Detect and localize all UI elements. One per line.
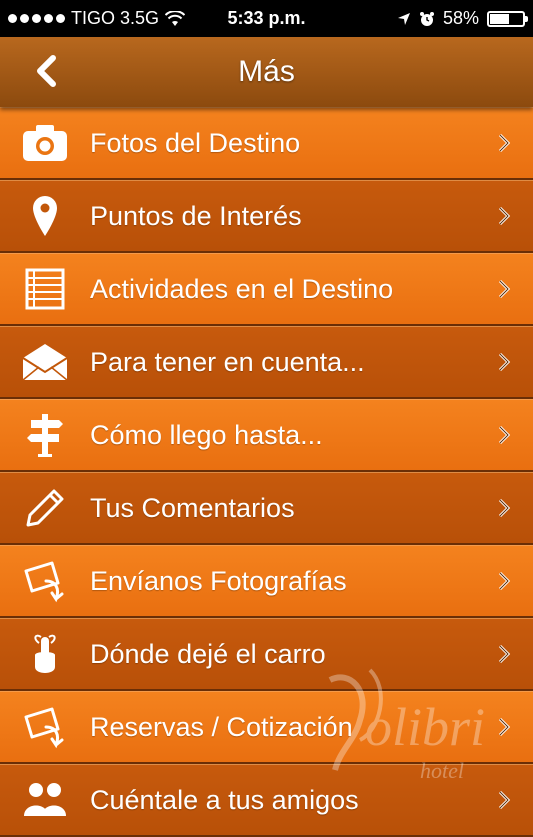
menu-item-label: Para tener en cuenta... [90,346,365,377]
menu-item-tus-comentarios[interactable]: Tus Comentarios [0,472,533,545]
chevron-right-icon [498,571,511,591]
navigation-bar: Más [0,37,533,107]
camera-icon [20,120,70,166]
chevron-right-icon [498,206,511,226]
menu-item-label: Dónde dejé el carro [90,638,326,669]
menu-item-label: Puntos de Interés [90,200,302,231]
menu-item-label: Fotos del Destino [90,127,301,158]
map-pin-icon [20,193,70,239]
chevron-right-icon [498,717,511,737]
finger-reminder-icon [20,631,70,677]
menu-item-envianos-fotografias[interactable]: Envíanos Fotografías [0,545,533,618]
signpost-icon [20,412,70,458]
status-bar: TIGO 3.5G 5:33 p.m. 58% [0,0,533,37]
send-photo-icon [20,558,70,604]
send-photo-icon [20,704,70,750]
chevron-right-icon [498,790,511,810]
envelope-icon [20,339,70,385]
menu-item-label: Tus Comentarios [90,492,295,523]
menu-item-label: Cómo llego hasta... [90,419,323,450]
pencil-icon [20,485,70,531]
status-time: 5:33 p.m. [227,8,306,28]
menu-item-puntos-de-interes[interactable]: Puntos de Interés [0,180,533,253]
chevron-right-icon [498,498,511,518]
chevron-right-icon [498,644,511,664]
menu-item-actividades-en-el-destino[interactable]: Actividades en el Destino [0,253,533,326]
alarm-icon [419,11,434,26]
people-icon [20,777,70,823]
menu-item-label: Reservas / Cotización [90,711,353,742]
page-title: Más [238,55,295,88]
chevron-right-icon [498,279,511,299]
chevron-left-icon [37,55,56,87]
menu-item-reservas-cotizacion[interactable]: Reservas / Cotización [0,691,533,764]
menu-item-label: Envíanos Fotografías [90,565,347,596]
menu-item-como-llego-hasta[interactable]: Cómo llego hasta... [0,399,533,472]
back-button[interactable] [26,49,66,93]
chevron-right-icon [498,352,511,372]
carrier-label: TIGO 3.5G [71,8,160,28]
list-icon [20,266,70,312]
menu-item-label: Cuéntale a tus amigos [90,784,359,815]
wifi-icon [165,10,186,26]
menu-item-fotos-del-destino[interactable]: Fotos del Destino [0,107,533,180]
signal-strength-icon [8,14,65,23]
battery-icon [487,10,528,27]
menu-item-label: Actividades en el Destino [90,273,394,304]
location-arrow-icon [397,12,410,25]
chevron-right-icon [498,133,511,153]
status-right: 58% [335,8,528,29]
chevron-right-icon [498,425,511,445]
status-left: TIGO 3.5G [8,8,198,29]
menu-list: Fotos del Destino Puntos de Interés Acti… [0,107,533,837]
battery-percent: 58% [442,8,479,28]
menu-item-para-tener-en-cuenta[interactable]: Para tener en cuenta... [0,326,533,399]
battery-fill [490,13,509,24]
menu-item-donde-deje-el-carro[interactable]: Dónde dejé el carro [0,618,533,691]
